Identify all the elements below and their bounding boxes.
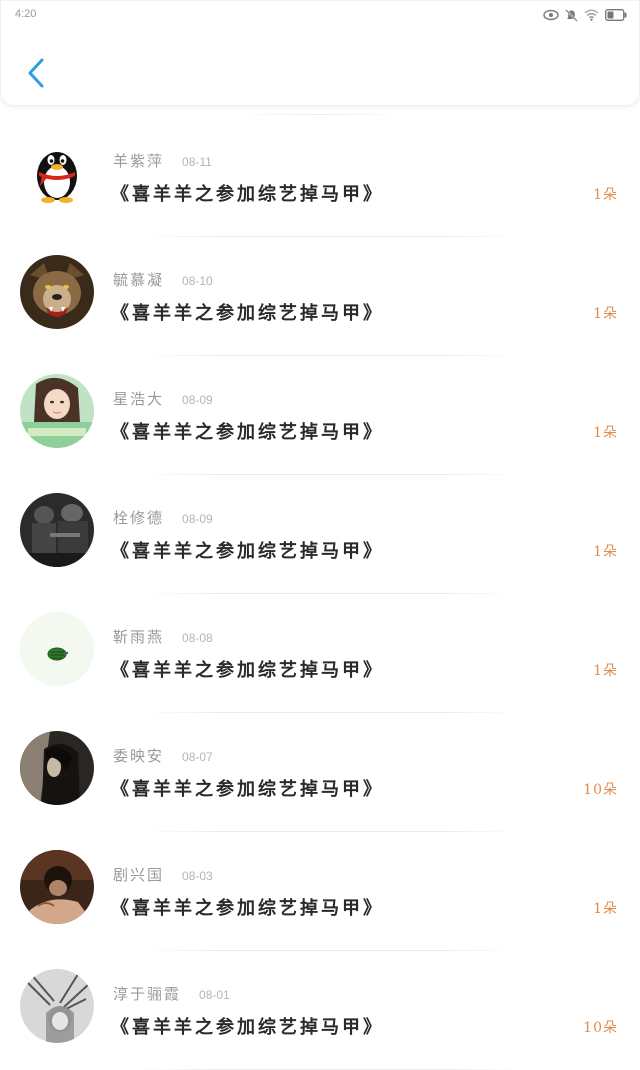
book-title: 《喜羊羊之参加综艺掉马甲》 [111,779,384,800]
list-item[interactable]: 剧兴国 08-03 《喜羊羊之参加综艺掉马甲》 1朵 [0,832,640,951]
book-title: 《喜羊羊之参加综艺掉马甲》 [111,303,384,324]
user-name: 剧兴国 [113,866,165,884]
avatar[interactable] [20,493,94,567]
flower-count: 10朵 [583,1020,618,1036]
date: 08-10 [182,274,213,288]
flower-count: 1朵 [593,901,618,917]
watermelon-avatar [20,612,94,686]
meta-line: 栓修德 08-09 [113,507,213,528]
list-item[interactable]: 委映安 08-07 《喜羊羊之参加综艺掉马甲》 10朵 [0,713,640,832]
book-title: 《喜羊羊之参加综艺掉马甲》 [111,184,384,205]
meta-line: 剧兴国 08-03 [113,864,213,885]
flower-count: 1朵 [593,425,618,441]
book-title: 《喜羊羊之参加综艺掉马甲》 [111,541,384,562]
user-name: 栓修德 [113,509,165,527]
user-name: 淳于骊霞 [113,985,182,1003]
date: 08-07 [182,750,213,764]
eye-icon [543,9,559,21]
list-item[interactable]: 淳于骊霞 08-01 《喜羊羊之参加综艺掉马甲》 10朵 [0,951,640,1070]
header-divider [230,114,410,115]
chevron-left-icon [26,57,46,93]
bw-plant-girl-avatar [20,969,94,1043]
avatar[interactable] [20,731,94,805]
user-name: 靳雨燕 [113,628,165,646]
user-name: 委映安 [113,747,165,765]
flower-count: 1朵 [593,663,618,679]
qq-penguin-avatar [20,136,94,210]
meta-line: 委映安 08-07 [113,745,213,766]
meta-line: 毓慕凝 08-10 [113,269,213,290]
user-name: 毓慕凝 [113,271,165,289]
avatar[interactable] [20,612,94,686]
soldiers-avatar [20,493,94,567]
list-item[interactable]: 栓修德 08-09 《喜羊羊之参加综艺掉马甲》 1朵 [0,475,640,594]
user-name: 星浩大 [113,390,165,408]
date: 08-03 [182,869,213,883]
top-header: 4:20 [0,0,640,106]
flower-count: 1朵 [593,544,618,560]
list-item[interactable]: 羊紫萍 08-11 《喜羊羊之参加综艺掉马甲》 1朵 [0,118,640,237]
avatar[interactable] [20,374,94,448]
meta-line: 羊紫萍 08-11 [113,150,212,171]
date: 08-09 [182,393,213,407]
girl-portrait-avatar [20,374,94,448]
date: 08-11 [182,155,212,169]
status-bar: 4:20 [1,1,640,29]
back-button[interactable] [19,53,53,97]
meta-line: 星浩大 08-09 [113,388,213,409]
avatar[interactable] [20,255,94,329]
sepia-portrait-avatar [20,850,94,924]
meta-line: 淳于骊霞 08-01 [113,983,230,1004]
status-icons [543,7,627,23]
book-title: 《喜羊羊之参加综艺掉马甲》 [111,1017,384,1038]
date: 08-01 [199,988,230,1002]
book-title: 《喜羊羊之参加综艺掉马甲》 [111,898,384,919]
mute-bell-icon [565,8,578,22]
list-item[interactable]: 毓慕凝 08-10 《喜羊羊之参加综艺掉马甲》 1朵 [0,237,640,356]
meta-line: 靳雨燕 08-08 [113,626,213,647]
user-name: 羊紫萍 [113,152,165,170]
flower-count: 1朵 [593,187,618,203]
date: 08-09 [182,512,213,526]
book-title: 《喜羊羊之参加综艺掉马甲》 [111,660,384,681]
avatar[interactable] [20,969,94,1043]
status-time: 4:20 [15,8,37,20]
battery-icon [605,9,627,21]
list-item[interactable]: 星浩大 08-09 《喜羊羊之参加综艺掉马甲》 1朵 [0,356,640,475]
dark-figure-avatar [20,731,94,805]
list-item[interactable]: 靳雨燕 08-08 《喜羊羊之参加综艺掉马甲》 1朵 [0,594,640,713]
flower-count: 1朵 [593,306,618,322]
book-title: 《喜羊羊之参加综艺掉马甲》 [111,422,384,443]
flower-count: 10朵 [583,782,618,798]
gift-list: 羊紫萍 08-11 《喜羊羊之参加综艺掉马甲》 1朵 毓慕凝 08-10 《喜羊… [0,118,640,1070]
avatar[interactable] [20,136,94,210]
avatar[interactable] [20,850,94,924]
wolf-avatar [20,255,94,329]
wifi-icon [584,9,599,21]
date: 08-08 [182,631,213,645]
